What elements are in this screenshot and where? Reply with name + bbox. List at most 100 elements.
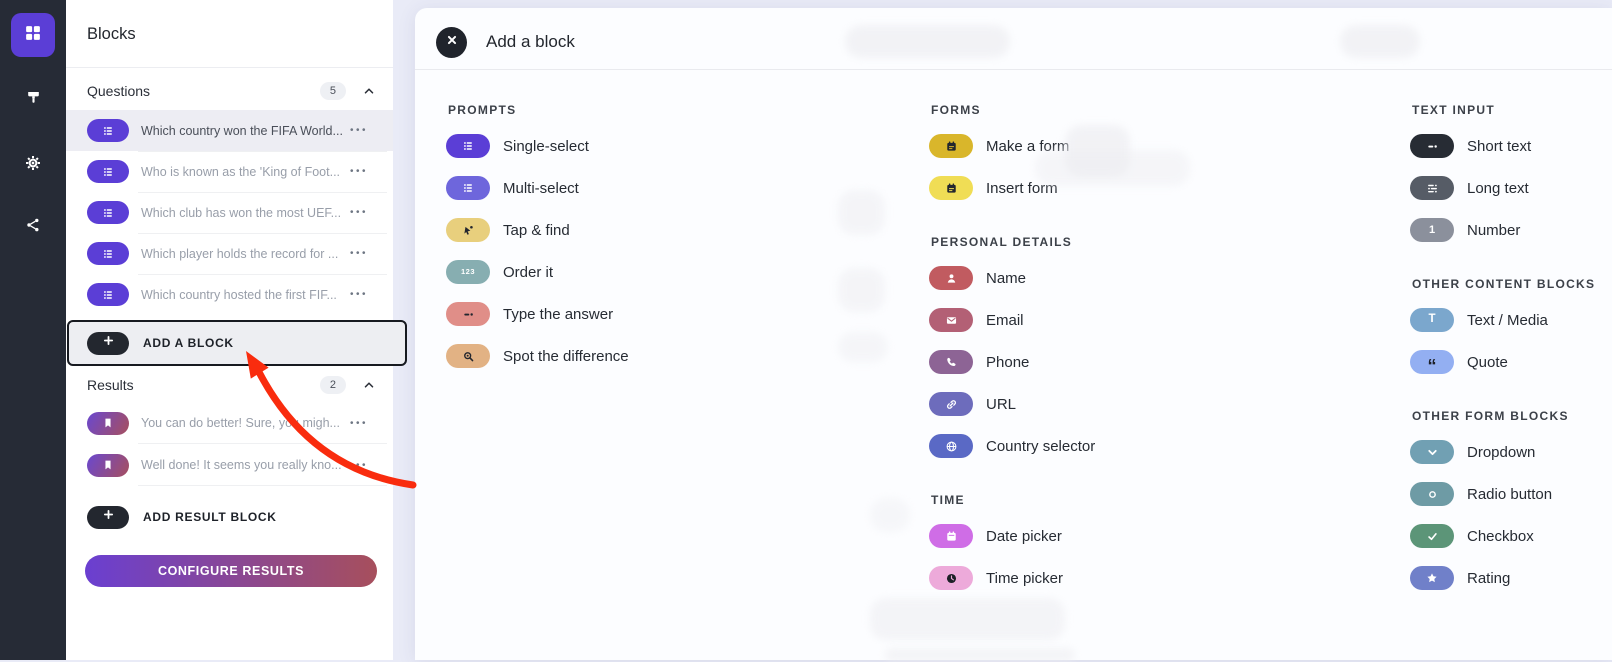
sidebar-item-design[interactable] xyxy=(13,80,53,120)
block-item-label: Text / Media xyxy=(1467,312,1548,329)
block-item-short-text[interactable]: Short text xyxy=(1410,134,1595,158)
block-item-label: Spot the difference xyxy=(503,348,629,365)
catalog-section: PROMPTSSingle-selectMulti-selectTap & fi… xyxy=(446,103,629,386)
sidebar-item-share[interactable] xyxy=(13,207,53,247)
block-item-order-it[interactable]: 123Order it xyxy=(446,260,629,284)
grid-icon xyxy=(23,23,43,48)
blocks-panel: Blocks Questions 5 Which country won the… xyxy=(66,0,393,660)
star-icon xyxy=(1410,566,1454,590)
brush-icon xyxy=(25,89,42,111)
question-type-icon xyxy=(87,160,129,183)
question-item[interactable]: Who is known as the 'King of Foot...••• xyxy=(66,151,393,192)
question-item[interactable]: Which player holds the record for ...••• xyxy=(66,233,393,274)
block-item-email[interactable]: Email xyxy=(929,308,1095,332)
row-divider xyxy=(138,485,387,486)
results-collapse-chevron-icon[interactable] xyxy=(362,378,376,392)
block-item-phone[interactable]: Phone xyxy=(929,350,1095,374)
block-item-date-picker[interactable]: Date picker xyxy=(929,524,1095,548)
question-type-icon xyxy=(87,119,129,142)
block-item-name[interactable]: Name xyxy=(929,266,1095,290)
section-heading: TEXT INPUT xyxy=(1412,103,1595,116)
tap-icon xyxy=(446,218,490,242)
row-menu-button[interactable]: ••• xyxy=(350,207,368,218)
share-icon xyxy=(25,217,41,238)
questions-count-badge: 5 xyxy=(320,82,346,100)
questions-collapse-chevron-icon[interactable] xyxy=(362,84,376,98)
block-item-checkbox[interactable]: Checkbox xyxy=(1410,524,1595,548)
block-item-label: Order it xyxy=(503,264,553,281)
letterT-icon: T xyxy=(1410,308,1454,332)
block-item-quote[interactable]: “Quote xyxy=(1410,350,1595,374)
close-button[interactable] xyxy=(436,27,467,58)
background-blur-blob xyxy=(1035,150,1190,186)
num1-icon: 1 xyxy=(1410,218,1454,242)
questions-section-header: Questions 5 xyxy=(66,72,393,110)
block-item-text-media[interactable]: T Text / Media xyxy=(1410,308,1595,332)
result-type-icon xyxy=(87,412,129,435)
sidebar-item-settings[interactable] xyxy=(13,145,53,185)
list-icon xyxy=(446,134,490,158)
envelope-icon xyxy=(929,308,973,332)
row-menu-button[interactable]: ••• xyxy=(350,166,368,177)
block-item-url[interactable]: URL xyxy=(929,392,1095,416)
block-item-number[interactable]: 1Number xyxy=(1410,218,1595,242)
row-menu-button[interactable]: ••• xyxy=(350,248,368,259)
person-icon xyxy=(929,266,973,290)
result-item[interactable]: Well done! It seems you really kno...••• xyxy=(66,444,393,486)
form-icon xyxy=(929,176,973,200)
block-item-tap-find[interactable]: Tap & find xyxy=(446,218,629,242)
add-block-modal: Add a block PROMPTSSingle-selectMulti-se… xyxy=(415,8,1612,660)
row-divider xyxy=(138,233,387,234)
background-blur-blob xyxy=(1340,25,1420,58)
question-type-icon xyxy=(87,283,129,306)
section-heading: FORMS xyxy=(931,103,1095,116)
block-item-label: Dropdown xyxy=(1467,444,1535,461)
catalog-column: PROMPTSSingle-selectMulti-selectTap & fi… xyxy=(446,103,629,386)
block-item-radio-button[interactable]: Radio button xyxy=(1410,482,1595,506)
block-item-type-the-answer[interactable]: Type the answer xyxy=(446,302,629,326)
catalog-section: OTHER CONTENT BLOCKSTText / Media“Quote xyxy=(1410,277,1595,392)
longtext-icon xyxy=(1410,176,1454,200)
block-item-label: Type the answer xyxy=(503,306,613,323)
row-menu-button[interactable]: ••• xyxy=(350,418,368,429)
dashdot-icon xyxy=(446,302,490,326)
app-rail xyxy=(0,0,66,660)
add-result-block-button[interactable]: ADD RESULT BLOCK xyxy=(87,496,277,538)
question-item[interactable]: Which country won the FIFA World...••• xyxy=(66,110,393,151)
background-blur-blob xyxy=(838,268,885,312)
background-blur-blob xyxy=(870,498,910,532)
results-label: Results xyxy=(87,377,320,393)
block-item-long-text[interactable]: Long text xyxy=(1410,176,1595,200)
block-item-country-selector[interactable]: Country selector xyxy=(929,434,1095,458)
result-item[interactable]: You can do better! Sure, you migh...••• xyxy=(66,402,393,444)
questions-label: Questions xyxy=(87,83,320,99)
phone-icon xyxy=(929,350,973,374)
question-text: Which club has won the most UEF... xyxy=(141,206,350,220)
block-item-multi-select[interactable]: Multi-select xyxy=(446,176,629,200)
row-menu-button[interactable]: ••• xyxy=(350,460,368,471)
row-menu-button[interactable]: ••• xyxy=(350,125,368,136)
question-item[interactable]: Which club has won the most UEF...••• xyxy=(66,192,393,233)
sidebar-item-blocks[interactable] xyxy=(11,13,55,57)
row-menu-button[interactable]: ••• xyxy=(350,289,368,300)
catalog-section: TIMEDate pickerTime picker xyxy=(929,493,1095,608)
question-item[interactable]: Which country hosted the first FIF...••• xyxy=(66,274,393,315)
block-item-time-picker[interactable]: Time picker xyxy=(929,566,1095,590)
blocks-panel-header: Blocks xyxy=(66,0,393,68)
add-a-block-button[interactable]: ADD A BLOCK xyxy=(67,320,407,366)
block-item-single-select[interactable]: Single-select xyxy=(446,134,629,158)
block-item-spot-the-difference[interactable]: Spot the difference xyxy=(446,344,629,368)
block-item-label: Phone xyxy=(986,354,1029,371)
question-type-icon xyxy=(87,242,129,265)
background-blur-blob xyxy=(838,332,888,362)
block-item-label: Long text xyxy=(1467,180,1529,197)
configure-results-button[interactable]: CONFIGURE RESULTS xyxy=(85,555,377,587)
block-item-label: Country selector xyxy=(986,438,1095,455)
results-count-badge: 2 xyxy=(320,376,346,394)
panel-title: Blocks xyxy=(87,25,136,44)
section-heading: OTHER FORM BLOCKS xyxy=(1412,409,1595,422)
block-item-dropdown[interactable]: Dropdown xyxy=(1410,440,1595,464)
add-result-block-label: ADD RESULT BLOCK xyxy=(143,510,277,524)
check-icon xyxy=(1410,524,1454,548)
block-item-rating[interactable]: Rating xyxy=(1410,566,1595,590)
